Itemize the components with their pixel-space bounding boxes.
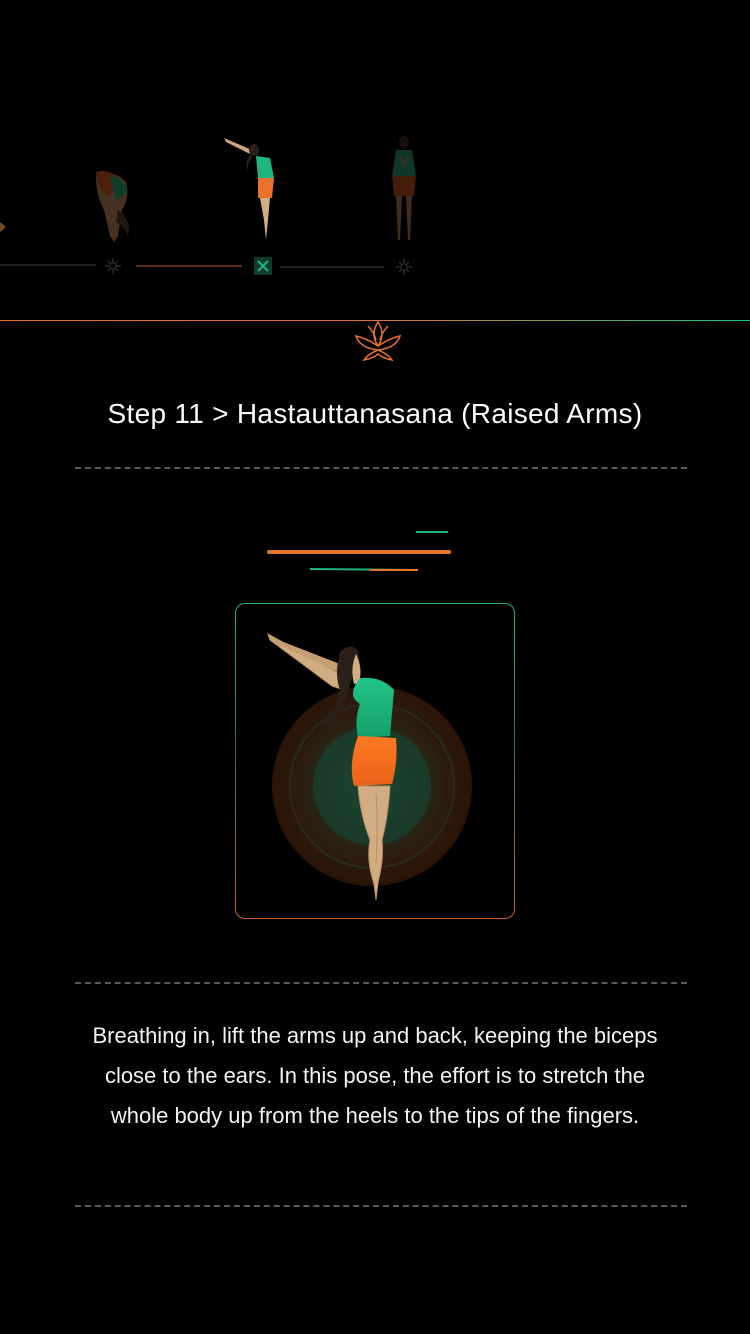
step-title: Step 11 > Hastauttanasana (Raised Arms) bbox=[107, 398, 643, 429]
pose-illustration-card bbox=[235, 603, 515, 919]
dashed-divider-bottom bbox=[75, 1205, 687, 1207]
carousel-pose-prayer[interactable] bbox=[392, 136, 416, 240]
dashed-divider-middle bbox=[75, 982, 687, 984]
lotus-icon bbox=[354, 320, 402, 362]
carousel-pose-forward-bend[interactable] bbox=[96, 170, 129, 242]
dashed-divider-top bbox=[75, 467, 687, 469]
carousel-pose-raised-arms[interactable] bbox=[224, 138, 274, 240]
decorative-stripes bbox=[267, 531, 451, 571]
carousel-marker-icon bbox=[396, 259, 412, 275]
carousel-marker-icon bbox=[105, 258, 121, 274]
pose-description: Breathing in, lift the arms up and back,… bbox=[92, 1023, 658, 1128]
pose-carousel[interactable] bbox=[0, 0, 750, 320]
carousel-marker-icon bbox=[254, 257, 272, 275]
